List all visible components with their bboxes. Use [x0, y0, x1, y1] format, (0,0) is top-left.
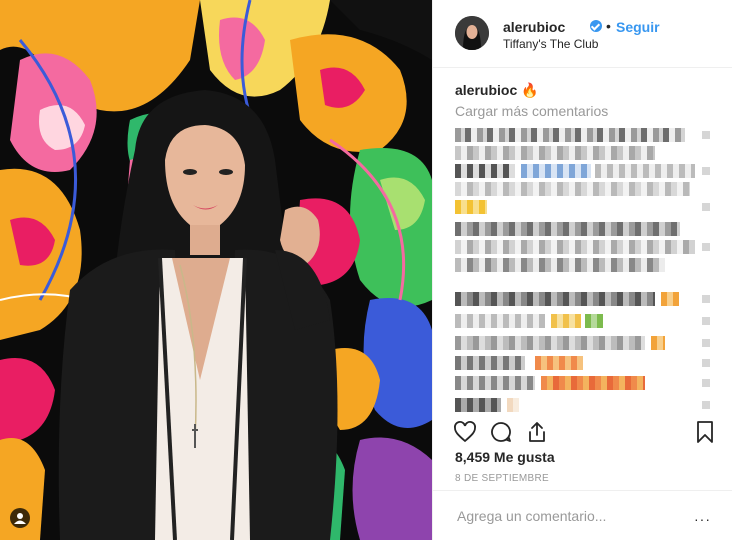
comment-like-icon[interactable] — [702, 379, 710, 387]
add-comment-bar: ··· — [433, 490, 732, 540]
likes-count[interactable]: 8,459 Me gusta — [455, 449, 555, 465]
load-more-comments-button[interactable]: Cargar más comentarios — [455, 103, 608, 119]
caption-username[interactable]: alerubioc — [455, 82, 517, 98]
more-options-icon[interactable]: ··· — [694, 511, 711, 527]
post-date: 8 DE SEPTIEMBRE — [455, 473, 549, 484]
caption-text: 🔥 — [521, 82, 539, 98]
comment-item — [455, 336, 715, 350]
comment-like-icon[interactable] — [702, 167, 710, 175]
post-header: alerubioc • Seguir Tiffany's The Club — [433, 0, 732, 68]
action-bar — [453, 420, 715, 446]
location-link[interactable]: Tiffany's The Club — [503, 37, 598, 51]
post-image — [0, 0, 432, 540]
share-icon[interactable] — [525, 420, 549, 444]
comment-item — [455, 164, 715, 178]
comment-item — [455, 258, 715, 272]
comment-item — [455, 398, 715, 412]
comment-item — [455, 128, 715, 142]
comment-item — [455, 240, 715, 254]
comment-like-icon[interactable] — [702, 359, 710, 367]
comment-like-icon[interactable] — [702, 317, 710, 325]
comment-item — [455, 146, 715, 160]
comment-like-icon[interactable] — [702, 131, 710, 139]
follow-button[interactable]: Seguir — [616, 19, 660, 35]
comment-item — [455, 292, 715, 306]
comment-item — [455, 200, 715, 214]
comment-item — [455, 356, 715, 370]
avatar[interactable] — [455, 16, 489, 50]
verified-badge-icon — [590, 20, 602, 32]
comment-item — [455, 314, 715, 328]
post-side-panel: alerubioc • Seguir Tiffany's The Club al… — [432, 0, 732, 540]
caption: alerubioc 🔥 — [455, 82, 539, 99]
heart-icon[interactable] — [453, 420, 477, 444]
bookmark-icon[interactable] — [693, 420, 717, 444]
comment-item — [455, 182, 715, 196]
separator-dot: • — [606, 18, 611, 34]
comment-like-icon[interactable] — [702, 295, 710, 303]
comment-icon[interactable] — [489, 420, 513, 444]
username-link[interactable]: alerubioc — [503, 19, 565, 35]
comment-like-icon[interactable] — [702, 243, 710, 251]
comment-like-icon[interactable] — [702, 339, 710, 347]
post-photo[interactable] — [0, 0, 432, 540]
comment-item — [455, 376, 715, 390]
comment-item — [455, 222, 715, 236]
comment-like-icon[interactable] — [702, 401, 710, 409]
add-comment-input[interactable] — [455, 505, 679, 527]
user-tag-icon[interactable] — [10, 508, 30, 528]
comment-like-icon[interactable] — [702, 203, 710, 211]
